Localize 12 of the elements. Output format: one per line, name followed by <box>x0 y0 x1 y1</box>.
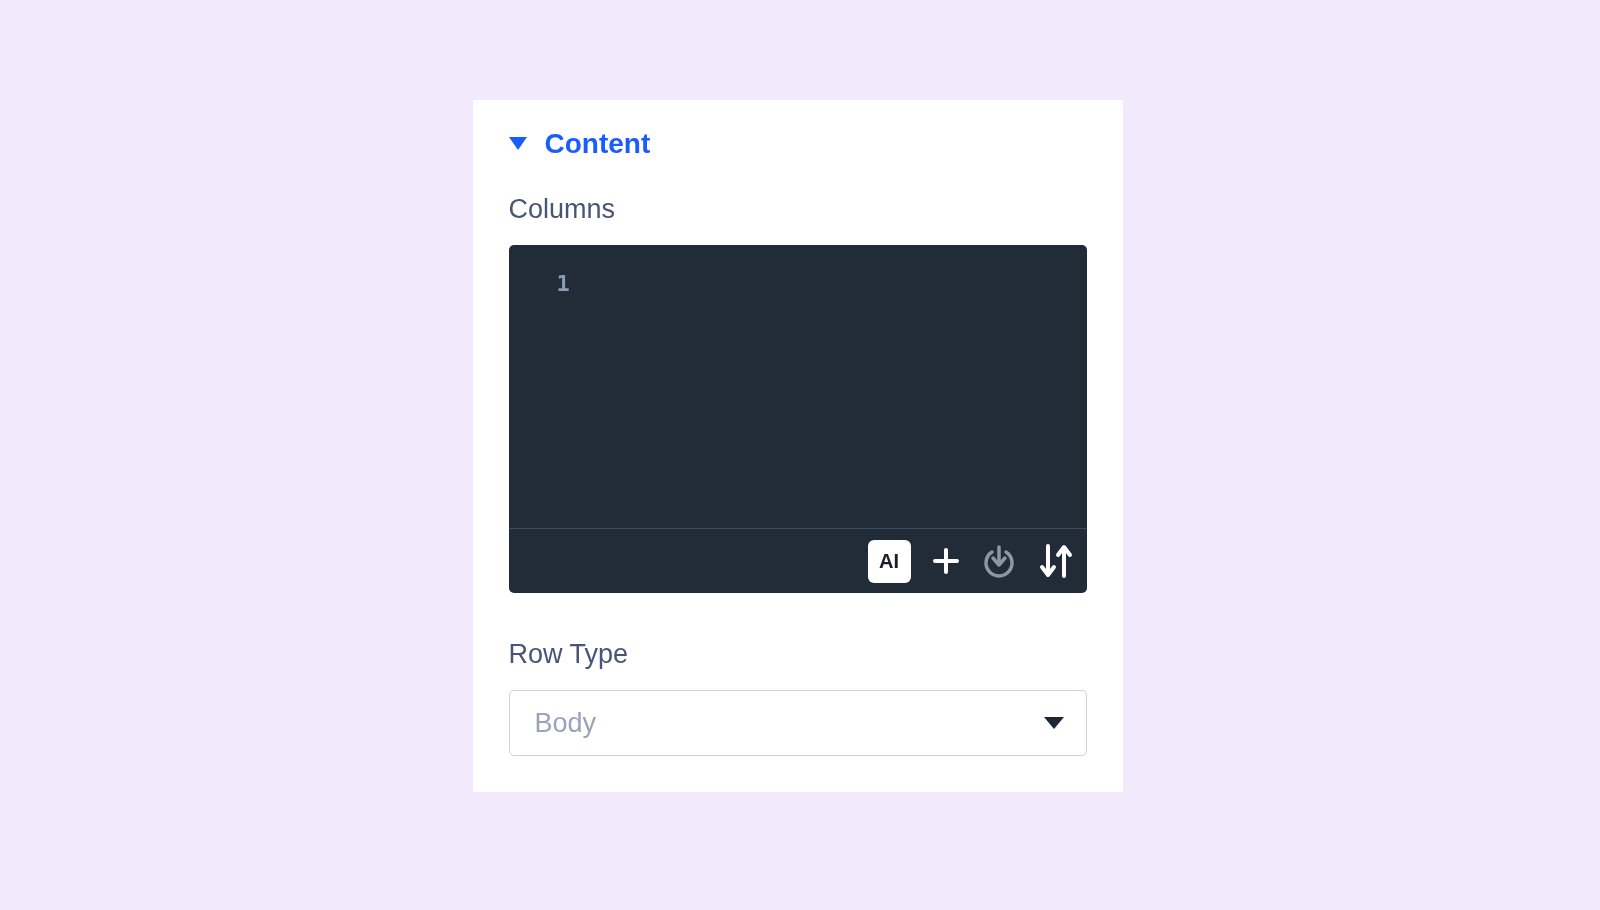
plus-icon <box>932 548 959 574</box>
line-number: 1 <box>556 271 570 296</box>
sort-button[interactable] <box>1038 543 1073 579</box>
code-editor[interactable]: 1 AI <box>508 245 1087 593</box>
ai-button[interactable]: AI <box>867 539 911 583</box>
field-label: Columns <box>508 194 617 225</box>
sort-arrows-icon <box>1038 543 1073 579</box>
caret-icon <box>1043 716 1064 730</box>
field-label: Row Type <box>508 639 630 670</box>
section-header[interactable]: Content <box>508 128 651 160</box>
add-button[interactable] <box>932 548 959 574</box>
caret-icon <box>508 137 527 151</box>
